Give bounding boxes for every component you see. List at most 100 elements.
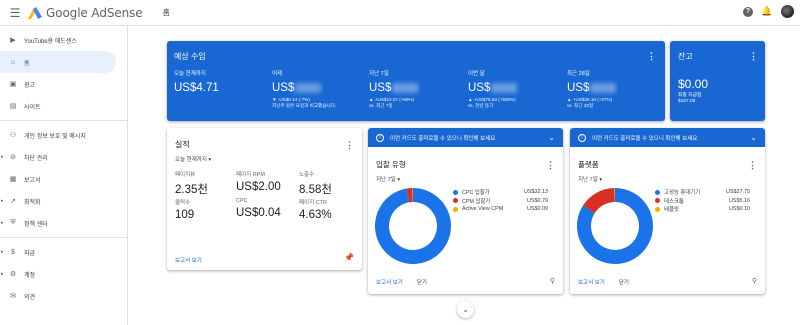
sidebar-item-youtube[interactable]: ▶ YouTube용 애드센스 xyxy=(0,29,127,51)
menu-icon[interactable]: ☰ xyxy=(4,2,26,24)
sidebar-item-blocking[interactable]: ▸ ⊘ 차단 관리 xyxy=(0,146,127,168)
donut-slice[interactable] xyxy=(375,188,451,264)
expand-arrow-icon: ▸ xyxy=(1,154,4,160)
date-range-dropdown[interactable]: 지난 7일 ▾ xyxy=(578,175,602,183)
legend-item: CPM 입찰가 US$0.79 xyxy=(453,197,548,206)
view-report-link[interactable]: 보고서 보기 xyxy=(578,278,605,286)
sidebar-item-policy[interactable]: ▸ ⛨ 정책 센터 xyxy=(0,212,127,234)
card-title: 입찰 유형 xyxy=(376,160,406,169)
dropdown-arrow-icon: ▾ xyxy=(599,177,603,183)
sidebar-item-label: 보고서 xyxy=(24,177,41,184)
help-icon[interactable]: ? xyxy=(743,6,753,17)
legend-dot xyxy=(453,189,458,195)
notifications-icon[interactable]: 🔔 xyxy=(761,6,772,17)
reports-icon: ▦ xyxy=(9,176,17,183)
adsense-logo[interactable]: Google AdSense xyxy=(28,6,143,20)
blurred-value xyxy=(491,82,518,93)
sidebar-item-payments[interactable]: ▸ $ 지급 xyxy=(0,241,127,263)
legend-item: 고성능 휴대기기 US$27.75 xyxy=(655,188,750,197)
earnings-label: 최근 28일 xyxy=(567,71,590,77)
sidebar-item-label: 지급 xyxy=(24,250,36,257)
donut-chart xyxy=(577,188,653,264)
chart-legend: 고성능 휴대기기 US$27.75 데스크톱 US$5.16 태블릿 US$0.10 xyxy=(655,188,750,214)
legend-item: Active View CPM US$0.09 xyxy=(453,205,548,214)
earnings-comparison: vs. 전년 동기 xyxy=(468,103,494,108)
chevron-down-icon[interactable]: ⌄ xyxy=(548,133,555,142)
estimated-earnings-card: 예상 수입 ⋮ 오늘 현재까지 US$4.71 어제 US$ ▼ -US$0.1… xyxy=(167,41,665,121)
legend-item: 데스크톱 US$5.16 xyxy=(655,197,750,206)
metric-label: CPC xyxy=(236,198,248,204)
sidebar-item-sites[interactable]: ▤ 사이트 xyxy=(0,95,127,117)
close-button[interactable]: 닫기 xyxy=(619,278,629,286)
more-options-icon[interactable]: ⋮ xyxy=(748,161,757,170)
payments-icon: $ xyxy=(11,248,15,256)
sidebar-item-ads[interactable]: ▣ 광고 xyxy=(0,73,127,95)
more-options-icon[interactable]: ⋮ xyxy=(546,161,555,170)
sidebar-item-account[interactable]: ▸ ⚙ 계정 xyxy=(0,263,127,285)
legend-dot xyxy=(453,206,458,212)
sidebar-item-label: 계정 xyxy=(24,272,36,279)
earnings-value: US$ xyxy=(272,82,295,94)
sidebar-item-home[interactable]: ⌂ 홈 xyxy=(0,51,116,73)
sidebar-item-feedback[interactable]: ✉ 의견 xyxy=(0,285,127,307)
metric-pageviews: 페이지뷰 2.35천 xyxy=(175,170,208,197)
pin-icon[interactable]: ⚲ xyxy=(752,277,757,285)
sidebar-item-reports[interactable]: ▦ 보고서 xyxy=(0,168,127,190)
sidebar-item-label: 의견 xyxy=(24,294,36,301)
close-button[interactable]: 닫기 xyxy=(417,278,427,286)
pin-icon[interactable]: ⚲ xyxy=(550,277,555,285)
platforms-card: ! 이런 카드도 흥미로울 수 있으니 확인해 보세요. ⌄ 플랫폼 ⋮ 지난 … xyxy=(570,128,765,294)
earnings-comparison: vs. 최근 7일 xyxy=(369,103,393,108)
sidebar-divider xyxy=(0,120,127,121)
suggestion-banner[interactable]: ! 이런 카드도 흥미로울 수 있으니 확인해 보세요. ⌄ xyxy=(368,128,563,147)
chevron-down-icon[interactable]: ⌄ xyxy=(750,133,757,142)
performance-card: 실적 ⋮ 오늘 현재까지 ▾ 페이지뷰 2.35천 페이지 RPM US$2.0… xyxy=(167,128,362,270)
top-app-bar: ☰ Google AdSense 홈 ? 🔔 xyxy=(0,0,800,26)
earnings-value: US$ xyxy=(567,82,590,94)
legend-value: US$5.16 xyxy=(729,197,750,204)
earnings-comparison: 지난주 같은 요일과 비교했습니다. xyxy=(272,103,337,108)
dropdown-arrow-icon: ▾ xyxy=(397,177,401,183)
sidebar-item-label: 광고 xyxy=(24,82,36,89)
metric-label: 클릭수 xyxy=(175,200,191,206)
sidebar-divider xyxy=(0,237,127,238)
earnings-this-month: 이번 달 US$ ▲ +US$75.93 (+500%) vs. 전년 동기 xyxy=(468,69,518,109)
date-range-dropdown[interactable]: 오늘 현재까지 ▾ xyxy=(175,155,211,163)
metric-label: 페이지 RPM xyxy=(236,172,265,178)
privacy-icon: ⚇ xyxy=(9,132,17,139)
suggestion-banner[interactable]: ! 이런 카드도 흥미로울 수 있으니 확인해 보세요. ⌄ xyxy=(570,128,765,147)
sidebar-item-label: 개인 정보 보호 및 메시지 xyxy=(24,133,86,140)
view-report-link[interactable]: 보고서 보기 xyxy=(376,278,403,286)
legend-value: US$27.75 xyxy=(726,189,750,196)
legend-label: 태블릿 xyxy=(664,207,679,214)
sites-icon: ▤ xyxy=(9,103,17,110)
legend-label: CPC 입찰가 xyxy=(462,190,490,197)
earnings-last-28-days: 최근 28일 US$ ▲ +US$26.18 (+37%) vs. 최근 28일 xyxy=(567,69,617,109)
donut-slice[interactable] xyxy=(583,188,616,214)
card-title: 플랫폼 xyxy=(578,160,599,169)
card-title: 잔고 xyxy=(678,52,693,61)
metric-page-ctr: 페이지 CTR 4.63% xyxy=(299,198,332,221)
expand-arrow-icon: ▸ xyxy=(1,198,4,204)
pin-icon[interactable]: 📌 xyxy=(344,253,354,262)
metric-value: 109 xyxy=(175,209,195,221)
scroll-down-button[interactable]: ⌄ xyxy=(457,301,474,318)
more-options-icon[interactable]: ⋮ xyxy=(647,52,656,61)
more-options-icon[interactable]: ⋮ xyxy=(345,141,354,150)
more-options-icon[interactable]: ⋮ xyxy=(749,52,758,61)
earnings-label: 지난 7일 xyxy=(369,71,389,77)
avatar[interactable] xyxy=(781,5,794,18)
ads-icon: ▣ xyxy=(9,81,17,88)
sidebar-item-optimization[interactable]: ▸ ↗ 최적화 xyxy=(0,190,127,212)
earnings-value: US$4.71 xyxy=(174,82,219,94)
date-range-dropdown[interactable]: 지난 7일 ▾ xyxy=(376,175,400,183)
legend-value: US$32.13 xyxy=(524,189,548,196)
metric-value: 4.63% xyxy=(299,209,332,221)
balance-amount: $0.00 xyxy=(678,77,709,91)
expand-arrow-icon: ▸ xyxy=(1,271,4,277)
last-payment-amount: $157.05 xyxy=(678,99,696,104)
view-report-link[interactable]: 보고서 보기 xyxy=(175,256,202,264)
legend-label: 고성능 휴대기기 xyxy=(664,190,701,197)
sidebar-item-privacy[interactable]: ⚇ 개인 정보 보호 및 메시지 xyxy=(0,124,127,146)
dropdown-arrow-icon: ▾ xyxy=(208,157,212,163)
